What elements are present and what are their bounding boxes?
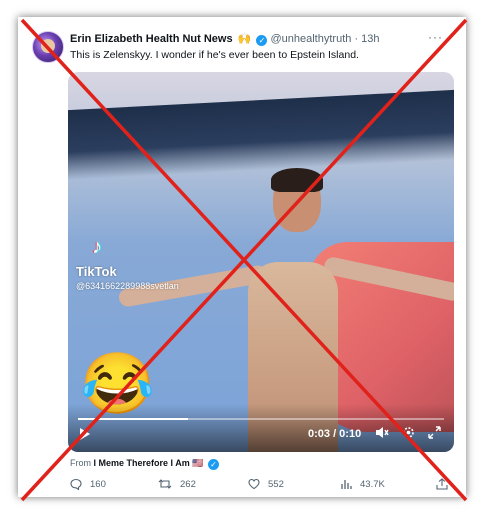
attribution: From I Meme Therefore I Am 🇺🇸 ✓ — [70, 458, 219, 470]
tweet-header: Erin Elizabeth Health Nut News 🙌 ✓ @unhe… — [70, 32, 380, 46]
fullscreen-icon[interactable] — [428, 426, 441, 442]
header-separator: · — [354, 33, 359, 45]
reply-icon — [70, 478, 82, 490]
flag-icon: 🇺🇸 — [192, 458, 204, 468]
settings-icon[interactable] — [402, 426, 415, 442]
author-name[interactable]: Erin Elizabeth Health Nut News — [70, 33, 233, 45]
retweet-count: 262 — [180, 478, 196, 490]
video-person-hair — [271, 168, 323, 192]
views-button[interactable]: 43.7K — [340, 478, 385, 490]
author-emoji: 🙌 — [237, 33, 252, 45]
reply-button[interactable]: 160 — [70, 478, 106, 490]
mute-icon[interactable] — [375, 426, 389, 442]
retweet-button[interactable]: 262 — [158, 478, 196, 490]
video-curtain — [68, 89, 454, 181]
attribution-account[interactable]: I Meme Therefore I Am — [94, 458, 190, 468]
verified-icon: ✓ — [256, 35, 268, 46]
tweet-text: This is Zelenskyy. I wonder if he's ever… — [70, 49, 359, 61]
views-count: 43.7K — [360, 478, 385, 490]
tweet-actions: 160 262 552 43.7K — [70, 478, 450, 494]
share-button[interactable] — [436, 478, 448, 490]
tweet-timestamp[interactable]: 13h — [361, 33, 379, 45]
tiktok-user-id: @6341662289988svetlan — [76, 281, 179, 291]
play-icon[interactable] — [80, 428, 90, 440]
like-count: 552 — [268, 478, 284, 490]
video-time: 0:03 / 0:10 — [308, 428, 362, 440]
tiktok-watermark: TikTok — [76, 264, 117, 279]
views-icon — [341, 480, 352, 489]
author-handle[interactable]: @unhealthytruth — [270, 33, 351, 45]
reply-count: 160 — [90, 478, 106, 490]
video-progress-fill — [78, 418, 188, 420]
video-player[interactable]: ♪ TikTok @6341662289988svetlan 😂 0:03 / … — [68, 72, 454, 452]
verified-icon: ✓ — [207, 459, 219, 470]
tiktok-logo-icon: ♪ — [92, 236, 102, 258]
retweet-icon — [158, 479, 172, 489]
more-options-icon[interactable]: ··· — [428, 30, 443, 44]
like-button[interactable]: 552 — [248, 478, 284, 490]
video-controls: 0:03 / 0:10 — [68, 404, 454, 452]
share-icon — [436, 478, 448, 490]
author-avatar[interactable] — [32, 31, 64, 63]
attribution-prefix: From — [70, 458, 91, 468]
heart-icon — [248, 478, 260, 490]
video-progress-bar[interactable] — [78, 418, 444, 420]
